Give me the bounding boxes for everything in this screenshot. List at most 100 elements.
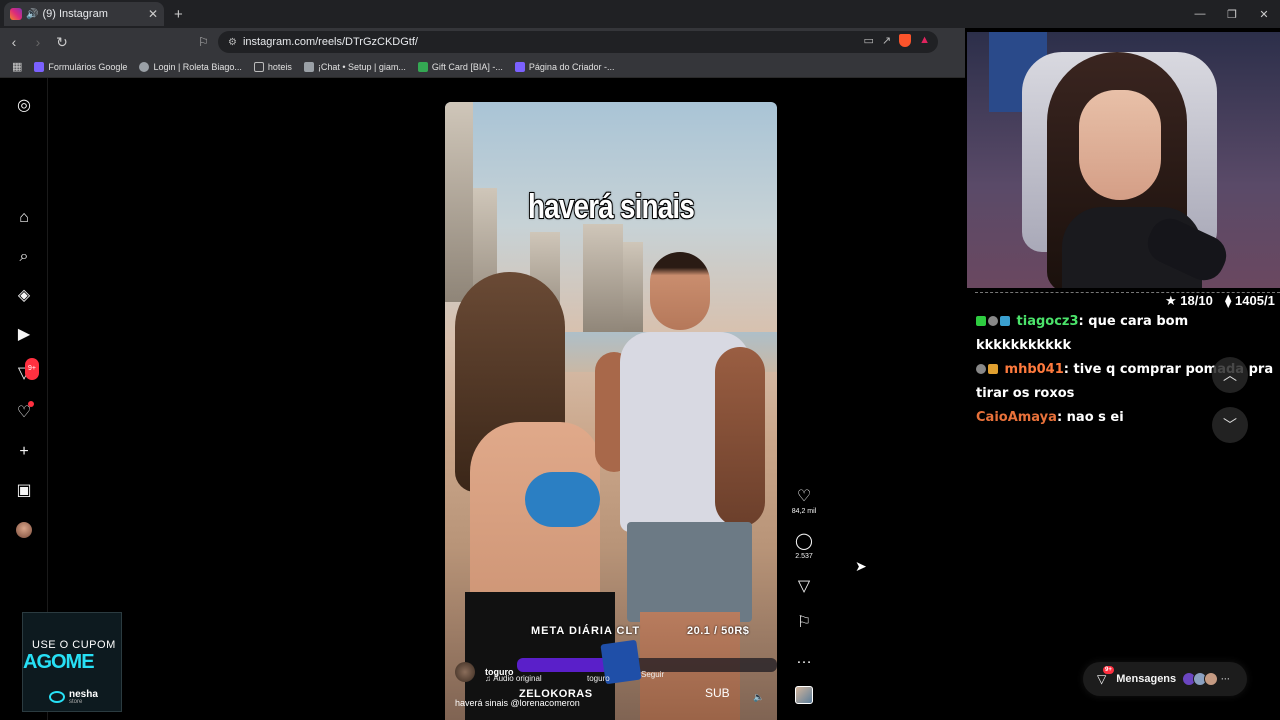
bookmark-icon[interactable]: ⚐ <box>198 35 209 49</box>
bookmark-item[interactable]: Gift Card [BIA] -... <box>417 61 503 72</box>
reel-video[interactable]: haverá sinais META DIÁRIA CLT 20.1 / 50R… <box>445 102 777 720</box>
reels-icon[interactable]: ▶ <box>14 325 34 345</box>
more-icon[interactable]: … <box>787 650 821 668</box>
notifications-icon[interactable]: ♡ <box>14 401 34 423</box>
create-icon[interactable]: + <box>14 442 34 462</box>
dashboard-icon[interactable]: ▣ <box>14 481 34 501</box>
more-action[interactable]: … <box>787 650 821 668</box>
back-icon[interactable]: ‹ <box>4 34 24 50</box>
like-action[interactable]: ♡ 84,2 mil <box>787 488 821 515</box>
forward-icon[interactable]: › <box>28 34 48 50</box>
bookmark-favicon-icon <box>303 61 314 72</box>
restore-icon[interactable]: ❐ <box>1216 0 1248 28</box>
speaker-icon[interactable]: 🔊 <box>26 9 38 20</box>
bookmark-item[interactable]: Página do Criador -... <box>514 61 614 72</box>
new-tab-button[interactable]: + <box>174 6 183 23</box>
tab-title: (9) Instagram <box>42 8 108 20</box>
promo-brand-sub: store <box>69 699 83 705</box>
minimize-icon[interactable]: — <box>1184 0 1216 28</box>
audio-user[interactable]: toguro <box>587 674 610 683</box>
promo-coupon: AGOME <box>23 651 95 673</box>
apps-grid-icon[interactable]: ▦ <box>12 60 22 73</box>
chat-text: nao s ei <box>1066 410 1124 425</box>
chat-username: CaioAmaya <box>976 410 1057 425</box>
brave-shield-icon[interactable] <box>899 34 912 47</box>
heart-icon[interactable]: ♡ <box>787 488 821 506</box>
save-action[interactable]: ⚐ <box>787 614 821 632</box>
more-dots-icon[interactable]: ··· <box>1221 674 1230 684</box>
comment-icon[interactable]: ◯ <box>787 533 821 551</box>
notification-dot <box>28 401 34 407</box>
badge-icon <box>988 316 998 326</box>
follow-button[interactable]: Seguir <box>641 670 664 679</box>
bookmark-folder[interactable]: hoteis <box>253 61 292 72</box>
streamer-webcam <box>967 32 1280 288</box>
profile-avatar[interactable] <box>14 520 34 540</box>
badge-icon <box>1000 316 1010 326</box>
messages-pill[interactable]: ▽ 9+ Mensagens ··· <box>1083 662 1247 696</box>
bookmark-item[interactable]: Login | Roleta Biago... <box>139 61 242 72</box>
reel-overlay-text: haverá sinais <box>527 188 695 226</box>
promo-overlay: USE O CUPOM AGOME nesha store <box>22 612 122 712</box>
badge-icon <box>976 364 986 374</box>
stream-count: ⧫ 1405/1 <box>1225 293 1275 308</box>
messages-badge: 9+ <box>25 358 39 380</box>
nesha-logo-icon <box>49 691 65 703</box>
goal-label: META DIÁRIA CLT <box>531 625 641 637</box>
close-window-icon[interactable]: ✕ <box>1248 0 1280 28</box>
address-bar[interactable]: ⚙ instagram.com/reels/DTrGzCKDGtf/ ▭ ↗ ▲ <box>218 31 938 53</box>
bookmark-favicon-icon <box>34 61 45 72</box>
badge-icon <box>976 316 986 326</box>
chat-username: mhb041 <box>1004 362 1064 377</box>
explore-icon[interactable]: ◈ <box>14 286 34 306</box>
bookmark-item[interactable]: ¡Chat • Setup | giam... <box>303 61 406 72</box>
bookmark-item[interactable]: Formulários Google <box>34 61 127 72</box>
audio-thumbnail[interactable] <box>787 686 821 704</box>
window-controls: — ❐ ✕ <box>1184 0 1280 28</box>
stream-rating: ★ 18/10 <box>1165 293 1213 308</box>
url-text: instagram.com/reels/DTrGzCKDGtf/ <box>242 36 418 48</box>
goal-value: 20.1 / 50R$ <box>687 625 750 637</box>
badge-icon <box>988 364 998 374</box>
bookmark-favicon-icon <box>514 61 525 72</box>
previous-reel-button[interactable]: ︿ <box>1212 357 1248 393</box>
sheets-icon <box>417 61 428 72</box>
close-tab-icon[interactable]: ✕ <box>148 7 158 21</box>
comment-count: 2.537 <box>795 553 813 560</box>
bookmark-save-icon[interactable]: ⚐ <box>787 614 821 632</box>
browser-tab-bar: 🔊 (9) Instagram ✕ + — ❐ ✕ <box>0 0 1280 28</box>
share-action[interactable]: ▽ <box>787 578 821 596</box>
audio-cover-thumbnail <box>795 686 813 704</box>
chevron-down-icon: ﹀ <box>1223 417 1237 433</box>
home-icon[interactable]: ⌂ <box>14 208 34 228</box>
instagram-page: ◎ ⌂ ⌕ ◈ ▶ ▽ 9+ ♡ + ▣ USE O CUPOM AGOME ne… <box>0 78 1247 720</box>
woman-figure <box>455 272 615 720</box>
send-icon[interactable]: ▽ <box>787 578 821 596</box>
site-info-icon[interactable]: ⚙ <box>228 37 237 48</box>
folder-icon <box>253 61 264 72</box>
bookmark-favicon-icon <box>139 61 150 72</box>
audio-label[interactable]: ♫ Áudio original <box>485 674 542 683</box>
promo-line1: USE O CUPOM <box>32 639 116 651</box>
instagram-favicon-icon <box>10 8 22 20</box>
browser-tab-instagram[interactable]: 🔊 (9) Instagram ✕ <box>4 2 164 26</box>
chat-message: tiagocz3: que cara bom kkkkkkkkkkk <box>976 314 1189 353</box>
search-icon[interactable]: ⌕ <box>14 247 34 267</box>
bookmarks-bar: ▦ Formulários Google Login | Roleta Biag… <box>0 56 965 78</box>
brave-rewards-icon[interactable]: ▲ <box>919 34 930 47</box>
reload-icon[interactable]: ↻ <box>52 34 72 51</box>
messages-icon[interactable]: ▽ 9+ <box>14 358 39 384</box>
stream-overlay-sub: SUB <box>705 686 730 700</box>
reel-description[interactable]: haverá sinais @lorenacomeron <box>455 698 580 708</box>
mouse-cursor-icon: ➤ <box>855 558 867 574</box>
instagram-logo-icon[interactable]: ◎ <box>14 96 34 116</box>
author-avatar[interactable] <box>455 662 475 682</box>
share-icon[interactable]: ↗ <box>882 34 891 47</box>
comment-action[interactable]: ◯ 2.537 <box>787 533 821 560</box>
mute-icon[interactable]: 🔈 <box>753 692 764 703</box>
music-note-icon: ♫ <box>485 674 494 683</box>
avatar <box>1204 672 1219 686</box>
next-reel-button[interactable]: ﹀ <box>1212 407 1248 443</box>
cast-icon[interactable]: ▭ <box>863 34 873 47</box>
messages-send-icon: ▽ 9+ <box>1097 666 1114 686</box>
